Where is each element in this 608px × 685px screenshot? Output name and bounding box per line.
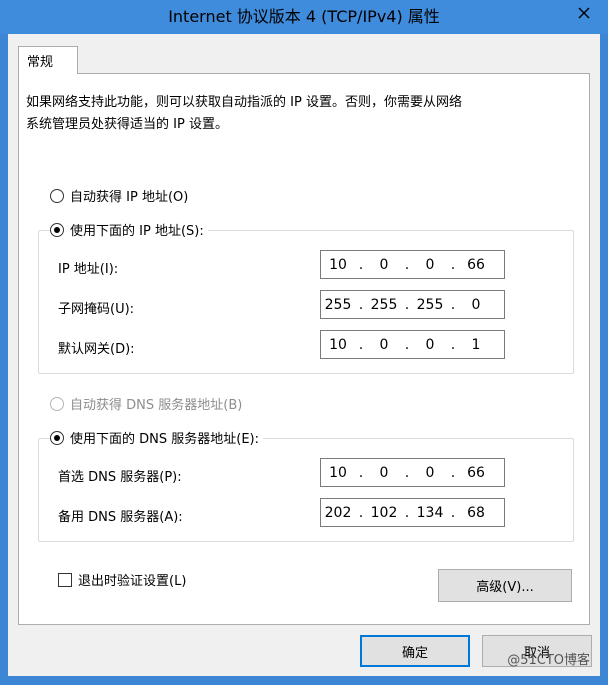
dialog-client: 常规 如果网络支持此功能，则可以获取自动指派的 IP 设置。否则，你需要从网络 … <box>8 34 600 676</box>
alternate-dns-field[interactable]: 202. 102. 134. 68 <box>320 498 505 527</box>
title-bar[interactable]: Internet 协议版本 4 (TCP/IPv4) 属性 <box>0 0 608 34</box>
auto-ip-label: 自动获得 IP 地址(O) <box>70 190 189 205</box>
subnet-mask-field[interactable]: 255. 255. 255. 0 <box>320 290 505 319</box>
preferred-dns-field[interactable]: 10. 0. 0. 66 <box>320 458 505 487</box>
manual-dns-radio[interactable]: 使用下面的 DNS 服务器地址(E): <box>50 428 263 447</box>
auto-dns-radio[interactable]: 自动获得 DNS 服务器地址(B) <box>50 394 247 413</box>
watermark: @51CTO博客 <box>507 653 590 668</box>
ip-address-field[interactable]: 10. 0. 0. 66 <box>320 250 505 279</box>
window-title: Internet 协议版本 4 (TCP/IPv4) 属性 <box>168 7 440 26</box>
advanced-button[interactable]: 高级(V)... <box>438 569 572 602</box>
radio-unchecked-icon <box>50 188 64 203</box>
validate-on-exit-label: 退出时验证设置(L) <box>78 574 187 589</box>
ok-button[interactable]: 确定 <box>360 635 470 667</box>
dialog-window: Internet 协议版本 4 (TCP/IPv4) 属性 常规 如果网络支持此… <box>0 0 608 685</box>
alternate-dns-label: 备用 DNS 服务器(A): <box>58 510 183 525</box>
radio-disabled-icon <box>50 396 64 411</box>
manual-ip-radio[interactable]: 使用下面的 IP 地址(S): <box>50 220 208 239</box>
preferred-dns-label: 首选 DNS 服务器(P): <box>58 470 182 485</box>
manual-dns-label: 使用下面的 DNS 服务器地址(E): <box>70 432 259 447</box>
radio-checked-icon <box>50 430 64 445</box>
manual-ip-label: 使用下面的 IP 地址(S): <box>70 224 204 239</box>
ip-address-label: IP 地址(I): <box>58 262 119 277</box>
subnet-mask-label: 子网掩码(U): <box>58 302 135 317</box>
description-text: 如果网络支持此功能，则可以获取自动指派的 IP 设置。否则，你需要从网络 系统管… <box>26 95 462 132</box>
validate-on-exit-checkbox[interactable]: 退出时验证设置(L) <box>58 570 186 589</box>
default-gateway-label: 默认网关(D): <box>58 342 135 357</box>
auto-ip-radio[interactable]: 自动获得 IP 地址(O) <box>50 186 193 205</box>
close-button[interactable] <box>566 0 602 26</box>
default-gateway-field[interactable]: 10. 0. 0. 1 <box>320 330 505 359</box>
radio-checked-icon <box>50 222 64 237</box>
tab-general[interactable]: 常规 <box>18 46 78 74</box>
close-icon <box>578 7 590 19</box>
auto-dns-label: 自动获得 DNS 服务器地址(B) <box>70 398 243 413</box>
checkbox-unchecked-icon <box>58 572 72 587</box>
